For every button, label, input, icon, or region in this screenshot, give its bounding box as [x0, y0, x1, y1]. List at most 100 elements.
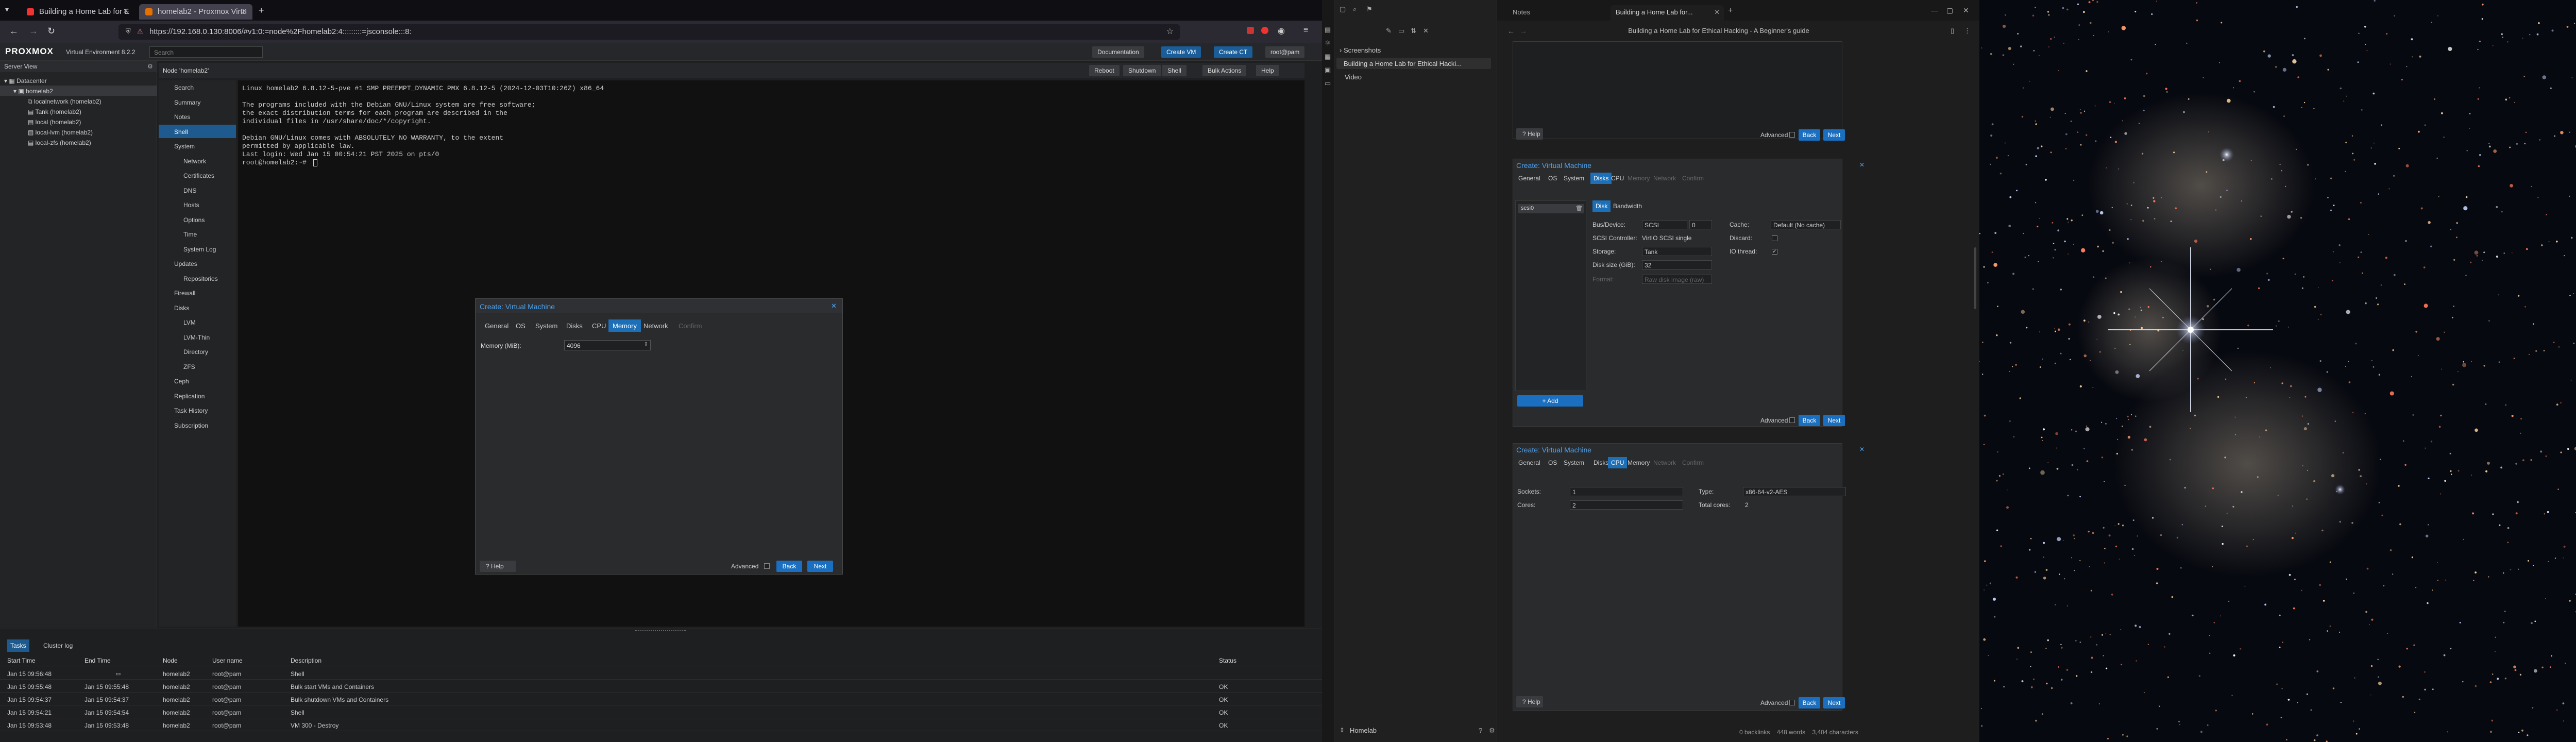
tab-memory[interactable]: Memory	[1624, 173, 1653, 184]
reboot-button[interactable]: Reboot	[1089, 65, 1120, 76]
file-item[interactable]: Video	[1345, 73, 1362, 81]
tab-tasks[interactable]: Tasks	[7, 639, 29, 652]
gear-icon[interactable]: ⚙	[147, 63, 153, 70]
folder-icon[interactable]: ▢	[1340, 5, 1346, 13]
sort-icon[interactable]: ⇅	[1411, 27, 1416, 35]
tab-general[interactable]: General	[1515, 173, 1544, 184]
extension-icon[interactable]	[1247, 27, 1254, 34]
url-input[interactable]: ⛨ ⚠ https://192.168.0.130:8006/#v1:0:=no…	[118, 24, 1180, 40]
node-menu-item[interactable]: Notes	[159, 110, 236, 123]
node-menu-item[interactable]: Directory	[159, 345, 236, 358]
tab-os[interactable]: OS	[512, 319, 530, 332]
help-icon[interactable]: ?	[1479, 727, 1482, 734]
tab-note[interactable]: Building a Home Lab for... ✕	[1611, 5, 1724, 21]
node-menu-item[interactable]: Certificates	[159, 168, 236, 182]
tab-confirm[interactable]: Confirm	[674, 319, 706, 332]
help-button[interactable]: Help	[1256, 65, 1279, 76]
shutdown-button[interactable]: Shutdown	[1123, 65, 1161, 76]
next-button[interactable]: Next	[807, 561, 833, 572]
task-row[interactable]: Jan 15 09:54:21 Jan 15 09:54:54 homelab2 ro…	[0, 706, 1322, 718]
vault-name[interactable]: Homelab	[1350, 727, 1377, 734]
scrollbar[interactable]	[1974, 247, 1976, 309]
browser-tab[interactable]: Building a Home Lab for E ✕	[21, 4, 134, 20]
node-menu-item[interactable]: Subscription	[159, 418, 236, 432]
settings-icon[interactable]: ⚙	[1489, 727, 1495, 735]
user-menu-button[interactable]: root@pam	[1265, 46, 1305, 58]
tab-list-icon[interactable]: ▾	[5, 5, 9, 14]
tab-memory[interactable]: Memory	[1624, 457, 1653, 468]
collapse-icon[interactable]: ✕	[1423, 27, 1429, 35]
close-icon[interactable]: ✕	[123, 7, 129, 15]
tab-network[interactable]: Network	[1650, 173, 1679, 184]
node-menu-item[interactable]: Firewall	[159, 286, 236, 299]
tab-general[interactable]: General	[481, 319, 513, 332]
spinner-icon[interactable]: ⇕	[644, 342, 648, 347]
menu-icon[interactable]: ≡	[1303, 26, 1308, 35]
forward-icon[interactable]: →	[29, 26, 38, 37]
search-input[interactable]: Search	[149, 46, 263, 58]
account-icon[interactable]: ◉	[1278, 26, 1285, 36]
tab-disks[interactable]: Disks	[562, 319, 587, 332]
terminal-icon[interactable]: ▭	[1325, 79, 1331, 88]
minimize-icon[interactable]: —	[1931, 6, 1938, 14]
folder-screenshots[interactable]: › Screenshots	[1340, 46, 1381, 54]
node-menu-item[interactable]: Updates	[159, 257, 236, 270]
create-vm-button[interactable]: Create VM	[1161, 46, 1201, 58]
back-button[interactable]: Back	[776, 561, 802, 572]
view-select[interactable]: Server View	[0, 61, 157, 72]
task-row[interactable]: Jan 15 09:56:48 homelab2 root@pam Shell	[0, 667, 1322, 680]
tree-item-storage[interactable]: ⧉ localnetwork (homelab2)	[0, 96, 157, 106]
documentation-button[interactable]: Documentation	[1092, 46, 1144, 58]
node-menu-item[interactable]: Summary	[159, 95, 236, 109]
advanced-checkbox[interactable]	[764, 563, 770, 569]
node-menu-item[interactable]: Search	[159, 80, 236, 94]
node-menu-item[interactable]: Options	[159, 213, 236, 226]
column-header[interactable]: Description	[291, 657, 321, 664]
vault-switcher-icon[interactable]: ⇕	[1340, 727, 1345, 734]
node-menu-item[interactable]: Hosts	[159, 198, 236, 211]
close-icon[interactable]: ✕	[831, 302, 837, 310]
node-menu-item[interactable]: DNS	[159, 183, 236, 197]
new-tab-button[interactable]: +	[1728, 6, 1733, 15]
tree-item-datacenter[interactable]: ▾ ▦ Datacenter	[0, 75, 157, 86]
canvas-icon[interactable]: ▦	[1325, 53, 1331, 61]
task-row[interactable]: Jan 15 09:53:48 Jan 15 09:53:48 homelab2 ro…	[0, 719, 1322, 731]
more-options-icon[interactable]: ⋮	[1964, 27, 1971, 35]
close-icon[interactable]: ✕	[1963, 6, 1969, 15]
tab-confirm[interactable]: Confirm	[1679, 173, 1707, 184]
tab-network[interactable]: Network	[1650, 457, 1679, 468]
column-header[interactable]: User name	[212, 657, 243, 664]
calendar-icon[interactable]: ▣	[1325, 66, 1331, 74]
node-menu-item[interactable]: System Log	[159, 242, 236, 256]
shell-button[interactable]: Shell	[1162, 65, 1187, 76]
help-button[interactable]: ? Help	[480, 561, 516, 572]
file-item-active[interactable]: Building a Home Lab for Ethical Hacki...	[1336, 58, 1491, 69]
search-icon[interactable]: ⌕	[1353, 5, 1357, 13]
bookmark-star-icon[interactable]: ☆	[1166, 26, 1174, 37]
node-menu-item[interactable]: Time	[159, 227, 236, 241]
task-row[interactable]: Jan 15 09:55:48 Jan 15 09:55:48 homelab2 ro…	[0, 680, 1322, 693]
tree-item-storage[interactable]: ▤ Tank (homelab2)	[0, 106, 157, 116]
graph-icon[interactable]: ⚛	[1325, 39, 1331, 47]
maximize-icon[interactable]: ▢	[1946, 6, 1953, 15]
node-menu-item[interactable]: Network	[159, 154, 236, 167]
node-menu-item[interactable]: Ceph	[159, 374, 236, 387]
tab-general[interactable]: General	[1515, 457, 1544, 468]
bulk-actions-button[interactable]: Bulk Actions	[1202, 65, 1247, 76]
node-menu-item[interactable]: Disks	[159, 301, 236, 314]
new-folder-icon[interactable]: ▭	[1398, 27, 1404, 35]
node-menu-item[interactable]: Repositories	[159, 272, 236, 285]
tab-notes[interactable]: Notes	[1507, 5, 1600, 20]
node-menu-item[interactable]: LVM	[159, 315, 236, 329]
node-menu-item[interactable]: Task History	[159, 403, 236, 417]
tree-item-storage[interactable]: ▤ local (homelab2)	[0, 116, 157, 127]
reload-icon[interactable]: ↻	[47, 26, 55, 37]
node-menu-item[interactable]: System	[159, 139, 236, 153]
new-note-icon[interactable]: ✎	[1386, 27, 1392, 35]
create-ct-button[interactable]: Create CT	[1214, 46, 1253, 58]
column-header[interactable]: Status	[1219, 657, 1236, 664]
close-icon[interactable]: ✕	[241, 7, 247, 15]
node-menu-item[interactable]: ZFS	[159, 360, 236, 373]
node-menu-item[interactable]: Shell	[159, 124, 236, 138]
tree-item-storage[interactable]: ▤ local-zfs (homelab2)	[0, 137, 157, 147]
